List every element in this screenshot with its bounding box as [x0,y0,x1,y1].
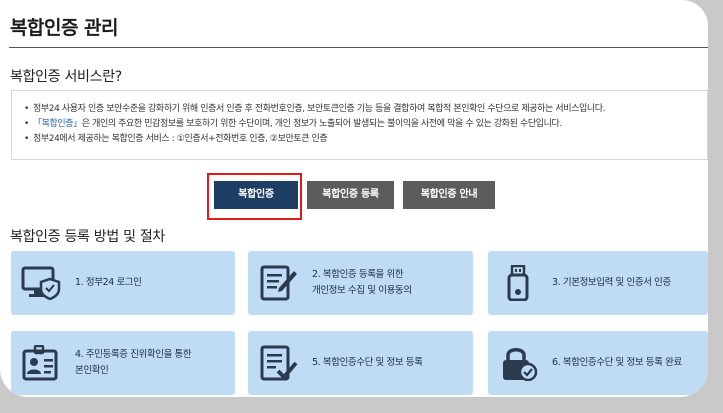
bullet: • [24,104,29,114]
info-line-1: • 정부24 사용자 인증 보안수준을 강화하기 위해 인증서 인증 후 전화번호… [24,102,707,117]
info-line-2-text: 은 개인의 주요한 민감정보를 보호하기 위한 수단이며, 개인 정보가 노출되… [81,119,563,129]
complex-auth-register-button[interactable]: 복합인증 등록 [307,181,394,209]
step-label: 5. 복합인증수단 및 정보 등록 [312,357,423,368]
intro-info-box: • 정부24 사용자 인증 보안수준을 강화하기 위해 인증서 인증 후 전화번호… [11,90,708,160]
step-1-login: 1. 정부24 로그인 [11,251,235,315]
monitor-shield-icon [21,266,61,301]
step-label: 3. 기본정보입력 및 인증서 인증 [552,277,671,288]
info-line-2: • 「복합인증」은 개인의 주요한 민감정보를 보호하기 위한 수단이며, 개인 … [24,117,707,132]
bullet: • [24,134,29,144]
step-6-complete: 6. 복합인증수단 및 정보 등록 완료 [488,331,708,395]
lock-check-icon [503,348,538,381]
page-title: 복합인증 관리 [10,17,119,39]
step-label: 1. 정부24 로그인 [75,277,142,288]
usb-token-icon [507,265,529,301]
id-card-icon [22,345,58,381]
document-pen-icon [260,265,297,301]
step-4-id-verification: 4. 주민등록증 진위확인을 통한 본인확인 [11,331,235,395]
complex-auth-button[interactable]: 복합인증 [214,181,298,209]
step-label: 4. 주민등록증 진위확인을 통한 본인확인 [75,349,192,376]
content-card: 복합인증 관리 복합인증 서비스란? • 정부24 사용자 인증 보안수준을 강화… [0,0,708,397]
step-label: 2. 복합인증 등록을 위한 개인정보 수집 및 이용동의 [312,269,412,296]
info-line-1-text: 정부24 사용자 인증 보안수준을 강화하기 위해 인증서 인증 후 전화번호인… [33,104,606,114]
step-label: 6. 복합인증수단 및 정보 등록 완료 [552,357,682,368]
intro-section-title: 복합인증 서비스란? [10,69,122,85]
complex-auth-guide-button[interactable]: 복합인증 안내 [403,181,495,209]
procedure-section-title: 복합인증 등록 방법 및 절차 [10,229,165,245]
document-check-icon [260,345,298,381]
title-divider [9,47,708,48]
step-2-consent: 2. 복합인증 등록을 위한 개인정보 수집 및 이용동의 [248,251,473,315]
info-line-3-text: 정부24에서 제공하는 복합인증 서비스 : ①인증서+전화번호 인증, ②보안… [33,134,328,144]
step-3-certificate: 3. 기본정보입력 및 인증서 인증 [488,251,708,315]
bullet: • [24,119,29,129]
info-line-3: • 정부24에서 제공하는 복합인증 서비스 : ①인증서+전화번호 인증, ②보… [24,132,707,147]
complex-auth-highlight: 「복합인증」 [33,119,82,129]
step-5-register: 5. 복합인증수단 및 정보 등록 [248,331,473,395]
